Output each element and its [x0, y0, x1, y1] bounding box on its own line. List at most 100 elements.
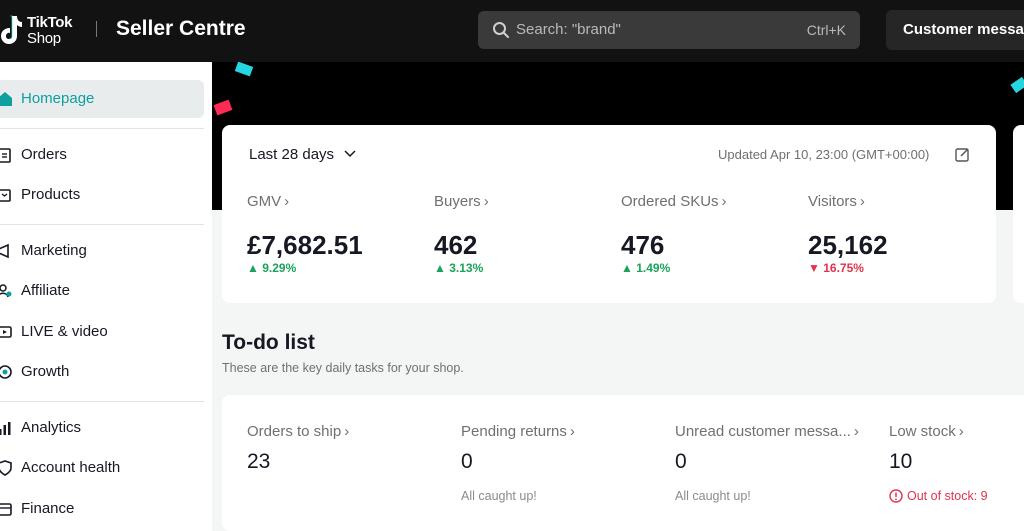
- metric-change: ▲ 1.49%: [621, 261, 670, 275]
- chevron-right-icon: ›: [344, 423, 350, 440]
- todo-value: 23: [247, 450, 271, 473]
- metric-value: 462: [434, 230, 478, 260]
- shield-icon: [0, 460, 12, 476]
- sidebar-item-live-video[interactable]: LIVE & video: [0, 313, 204, 351]
- metric-buyers[interactable]: Buyers › 462 ▲ 3.13%: [434, 193, 614, 275]
- chevron-down-icon[interactable]: [344, 149, 356, 159]
- sidebar-item-label: Analytics: [21, 419, 82, 436]
- logo-divider: [96, 21, 97, 37]
- sidebar-item-label: Marketing: [21, 242, 87, 259]
- metric-label: Buyers: [434, 193, 481, 210]
- todo-label: Pending returns: [461, 423, 567, 440]
- sidebar-item-label: Products: [21, 186, 81, 203]
- box-icon: [0, 189, 11, 202]
- confetti-decoration: [1010, 76, 1024, 94]
- sidebar-item-label: Finance: [21, 500, 75, 517]
- arrow-up-icon: ▲: [621, 261, 637, 275]
- chevron-right-icon: ›: [569, 423, 575, 440]
- sidebar-item-products[interactable]: Products: [0, 176, 204, 214]
- metric-change: ▲ 3.13%: [434, 261, 483, 275]
- tiktok-shop-logo[interactable]: TikTok Shop: [0, 12, 90, 50]
- metric-change-value: 9.29%: [262, 261, 297, 275]
- arrow-up-icon: ▲: [247, 261, 263, 275]
- metric-change: ▲ 9.29%: [247, 261, 296, 275]
- metric-label: Visitors: [808, 193, 857, 210]
- sidebar-item-finance[interactable]: Finance: [0, 490, 204, 528]
- alert-circle-icon: [889, 489, 903, 503]
- todo-value: 10: [889, 450, 913, 473]
- sidebar-item-label: Homepage: [21, 90, 95, 107]
- customer-messages-button[interactable]: Customer messages: [886, 10, 1024, 50]
- chevron-right-icon: ›: [483, 193, 489, 210]
- sidebar-item-growth[interactable]: Growth: [0, 353, 204, 391]
- todo-value: 0: [461, 450, 473, 473]
- todo-orders-to-ship[interactable]: Orders to ship › 23: [247, 423, 447, 473]
- logo-text-tiktok: TikTok: [27, 14, 73, 31]
- tiktok-logo-icon: [1, 15, 22, 44]
- app-title: Seller Centre: [116, 17, 246, 40]
- search-shortcut: Ctrl+K: [806, 22, 846, 38]
- chevron-right-icon: ›: [859, 193, 865, 210]
- sidebar-item-homepage[interactable]: Homepage: [0, 80, 204, 118]
- todo-low-stock[interactable]: Low stock › 10 Out of stock: 9: [889, 423, 1024, 503]
- confetti-decoration: [213, 99, 233, 116]
- metric-ordered-skus[interactable]: Ordered SKUs › 476 ▲ 1.49%: [621, 193, 801, 275]
- clipboard-icon: [0, 148, 11, 163]
- chevron-right-icon: ›: [853, 423, 859, 440]
- sidebar-item-label: Account health: [21, 459, 121, 476]
- metric-value: £7,682.51: [247, 230, 363, 260]
- todo-note: All caught up!: [675, 489, 751, 503]
- sidebar-item-label: LIVE & video: [21, 323, 108, 340]
- metric-value: 476: [621, 230, 665, 260]
- sidebar-item-label: Growth: [21, 363, 70, 380]
- todo-value: 0: [675, 450, 687, 473]
- metric-change-value: 1.49%: [636, 261, 671, 275]
- todo-pending-returns[interactable]: Pending returns › 0 All caught up!: [461, 423, 661, 503]
- metric-gmv[interactable]: GMV › £7,682.51 ▲ 9.29%: [247, 193, 427, 275]
- search-icon: [493, 22, 509, 38]
- metric-label: Ordered SKUs: [621, 193, 719, 210]
- edit-icon[interactable]: [955, 147, 970, 162]
- side-card-edge: [1013, 125, 1024, 303]
- video-icon: [0, 326, 12, 338]
- stats-card: Last 28 days Updated Apr 10, 23:00 (GMT+…: [222, 125, 996, 303]
- last-updated-text: Updated Apr 10, 23:00 (GMT+00:00): [718, 147, 930, 162]
- search-bar[interactable]: Search: "brand" Ctrl+K: [478, 11, 860, 49]
- metric-label: GMV: [247, 193, 282, 210]
- todo-unread-messages[interactable]: Unread customer messa... › 0 All caught u…: [675, 423, 875, 503]
- bar-chart-icon: [0, 422, 11, 435]
- arrow-up-icon: ▲: [434, 261, 450, 275]
- out-of-stock-alert[interactable]: Out of stock: 9: [889, 489, 988, 503]
- sidebar-item-marketing[interactable]: Marketing: [0, 232, 204, 270]
- megaphone-icon: [0, 243, 9, 259]
- sidebar-item-label: Orders: [21, 146, 67, 163]
- metric-change-value: 3.13%: [449, 261, 484, 275]
- todo-label: Orders to ship: [247, 423, 342, 440]
- home-icon: [0, 92, 12, 106]
- sidebar-item-account-health[interactable]: Account health: [0, 449, 204, 487]
- sidebar-item-orders[interactable]: Orders: [0, 136, 204, 174]
- todo-subtitle: These are the key daily tasks for your s…: [222, 361, 464, 375]
- date-range-selector[interactable]: Last 28 days: [249, 146, 334, 163]
- sidebar-divider: [0, 401, 204, 402]
- sidebar-divider: [0, 128, 204, 129]
- chevron-right-icon: ›: [284, 193, 290, 210]
- customer-messages-label: Customer messages: [903, 21, 1024, 38]
- growth-icon: [0, 365, 12, 379]
- todo-label: Unread customer messa...: [675, 423, 851, 440]
- confetti-decoration: [234, 62, 254, 77]
- chevron-right-icon: ›: [958, 423, 964, 440]
- sidebar-item-analytics[interactable]: Analytics: [0, 409, 204, 447]
- wallet-icon: [0, 503, 12, 516]
- search-input[interactable]: Search: "brand": [516, 21, 621, 38]
- metric-visitors[interactable]: Visitors › 25,162 ▼ 16.75%: [808, 193, 988, 275]
- metric-change: ▼ 16.75%: [808, 261, 864, 275]
- sidebar-item-affiliate[interactable]: Affiliate: [0, 272, 204, 310]
- logo-text-shop: Shop: [27, 30, 61, 47]
- arrow-down-icon: ▼: [808, 261, 824, 275]
- people-icon: [0, 284, 12, 298]
- top-bar: TikTok Shop Seller Centre Search: "brand…: [0, 0, 1024, 62]
- todo-title: To-do list: [222, 331, 315, 354]
- todo-card: Orders to ship › 23 Pending returns › 0 Al…: [222, 395, 1024, 531]
- metric-change-value: 16.75%: [823, 261, 864, 275]
